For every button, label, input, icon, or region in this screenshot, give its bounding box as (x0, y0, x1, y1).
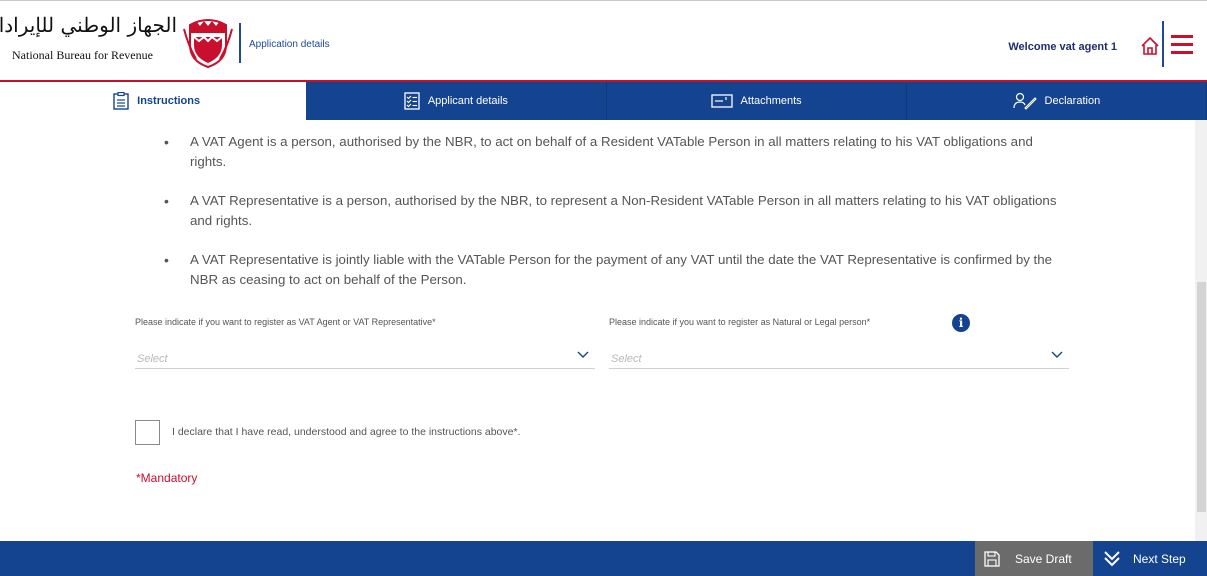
bahrain-emblem-icon (183, 19, 233, 69)
footer-bar: Save Draft Next Step (0, 541, 1207, 576)
logo-arabic-text: الجهاز الوطني للإيرادات (0, 13, 178, 37)
header-divider (239, 23, 241, 63)
page-title: Application details (249, 39, 330, 50)
card-icon (710, 94, 733, 108)
tab-label: Applicant details (427, 95, 508, 107)
agent-type-value: Select (137, 353, 168, 365)
floppy-disk-icon (984, 550, 1000, 567)
info-icon[interactable]: i (952, 314, 970, 332)
menu-divider (1162, 21, 1164, 67)
clipboard-icon (113, 92, 129, 110)
person-type-label: Please indicate if you want to register … (609, 317, 871, 327)
person-type-value: Select (611, 353, 642, 365)
home-icon[interactable] (1139, 35, 1161, 57)
declaration-checkbox[interactable] (135, 420, 160, 445)
tab-applicant-details[interactable]: Applicant details (306, 82, 607, 120)
checklist-icon (404, 92, 420, 110)
step-tabs: Instructions Applicant details Attachmen… (7, 82, 1207, 120)
tab-label: Attachments (740, 95, 802, 107)
agent-type-select[interactable]: Select (135, 347, 595, 369)
agent-type-label: Please indicate if you want to register … (135, 317, 436, 327)
next-step-label: Next Step (1133, 551, 1186, 566)
declaration-text: I declare that I have read, understood a… (172, 426, 521, 438)
instructions-panel: A VAT Agent is a person, authorised by t… (7, 120, 1195, 541)
tab-instructions[interactable]: Instructions (7, 82, 307, 120)
list-item: A VAT Representative is jointly liable w… (164, 250, 1064, 290)
welcome-text: Welcome vat agent 1 (1008, 41, 1117, 53)
person-type-select[interactable]: Select (609, 347, 1069, 369)
app-header: الجهاز الوطني للإيرادات National Bureau … (0, 0, 1207, 82)
chevron-down-icon (1051, 351, 1063, 358)
tab-label: Instructions (137, 95, 201, 107)
save-draft-button[interactable]: Save Draft (975, 541, 1093, 576)
mandatory-note: *Mandatory (136, 471, 198, 485)
tab-attachments[interactable]: Attachments (606, 82, 907, 120)
tab-declaration[interactable]: Declaration (906, 82, 1207, 120)
instructions-list: A VAT Agent is a person, authorised by t… (164, 132, 1064, 309)
list-item: A VAT Agent is a person, authorised by t… (164, 132, 1064, 172)
double-chevron-down-icon (1104, 550, 1120, 566)
scrollbar-thumb[interactable] (1197, 282, 1206, 512)
chevron-down-icon (577, 351, 589, 358)
logo-english-text: National Bureau for Revenue (12, 48, 153, 62)
list-item: A VAT Representative is a person, author… (164, 191, 1064, 231)
save-draft-label: Save Draft (1015, 551, 1072, 566)
signature-icon (1012, 92, 1037, 110)
tab-label: Declaration (1044, 95, 1101, 107)
next-step-button[interactable]: Next Step (1095, 541, 1207, 576)
hamburger-menu-icon[interactable] (1171, 35, 1193, 55)
nbr-logo[interactable]: الجهاز الوطني للإيرادات National Bureau … (0, 13, 234, 75)
